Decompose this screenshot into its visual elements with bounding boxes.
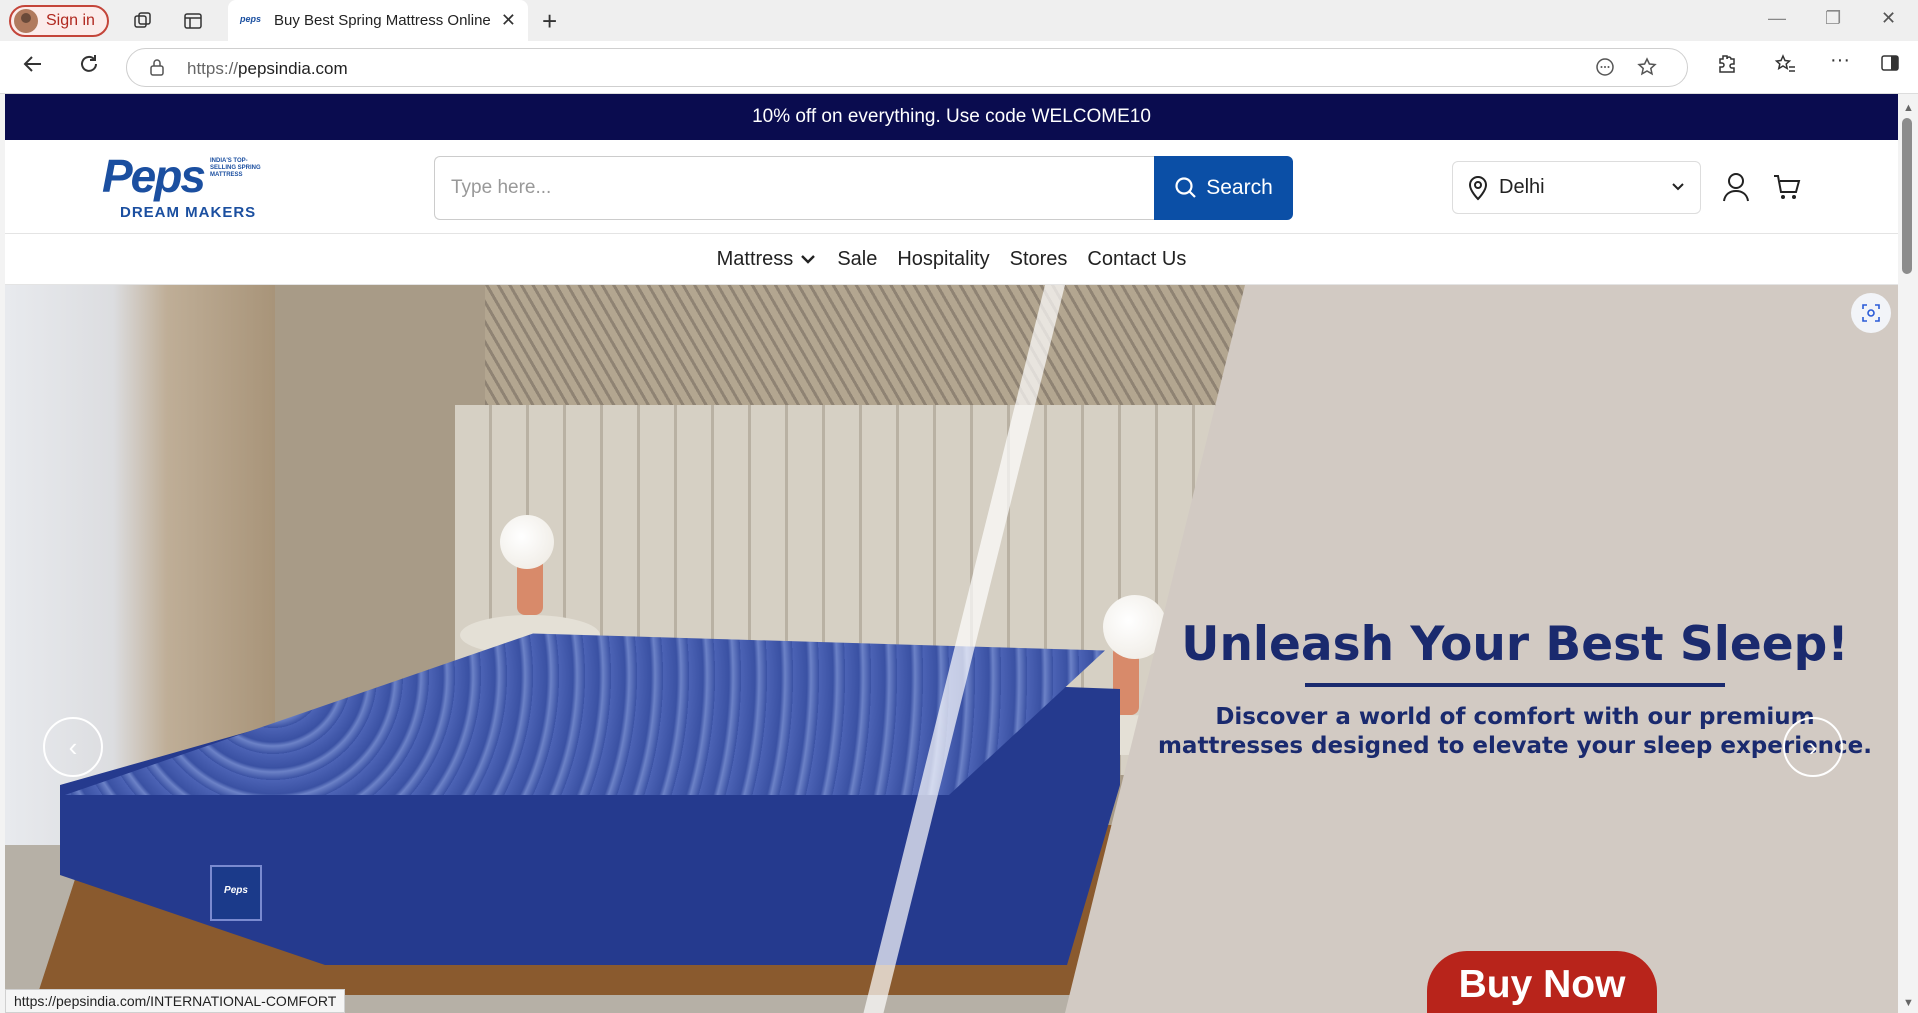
favicon-icon: peps: [240, 13, 262, 24]
account-icon[interactable]: [1722, 172, 1750, 202]
location-city: Delhi: [1499, 176, 1545, 198]
nav-item-contact-us[interactable]: Contact Us: [1087, 248, 1186, 271]
search-input[interactable]: [434, 156, 1154, 220]
location-selector[interactable]: Delhi: [1452, 161, 1701, 214]
favorite-star-icon[interactable]: [1637, 57, 1657, 82]
promo-text: 10% off on everything. Use code WELCOME1…: [752, 106, 1151, 127]
search-icon: [1175, 177, 1196, 198]
status-bar-link: https://pepsindia.com/INTERNATIONAL-COMF…: [5, 989, 346, 1013]
browser-tab-active[interactable]: peps Buy Best Spring Mattress Online - ✕: [228, 0, 528, 41]
visual-search-icon[interactable]: [1851, 293, 1891, 333]
minimize-icon[interactable]: —: [1768, 8, 1786, 29]
lock-icon[interactable]: [149, 58, 165, 81]
sidebar-toggle-icon[interactable]: [1880, 53, 1900, 79]
new-tab-icon[interactable]: +: [542, 6, 557, 37]
tab-actions-icon[interactable]: [182, 10, 204, 32]
carousel-prev-icon[interactable]: ‹: [43, 717, 103, 777]
cart-icon[interactable]: [1772, 172, 1802, 202]
extensions-icon[interactable]: [1715, 53, 1737, 81]
more-options-icon[interactable]: ···: [1830, 49, 1850, 72]
search-button[interactable]: Search: [1154, 156, 1293, 220]
promo-banner: 10% off on everything. Use code WELCOME1…: [5, 94, 1898, 140]
reading-icon[interactable]: [1595, 57, 1615, 82]
close-tab-icon[interactable]: ✕: [501, 10, 516, 31]
nav-item-stores[interactable]: Stores: [1010, 248, 1068, 271]
browser-tab-bar: Sign in peps Buy Best Spring Mattress On…: [0, 0, 1918, 41]
workspaces-icon[interactable]: [132, 10, 154, 32]
location-pin-icon: [1468, 175, 1488, 200]
hero-subtext: Discover a world of comfort with our pre…: [1157, 704, 1873, 759]
peps-logo[interactable]: Peps INDIA'S TOP-SELLING SPRING MATTRESS…: [102, 153, 272, 224]
nav-item-mattress[interactable]: Mattress: [717, 248, 818, 271]
url-protocol: https://: [187, 59, 239, 78]
scroll-down-icon[interactable]: ▼: [1903, 997, 1914, 1009]
sign-in-label: Sign in: [46, 12, 95, 29]
sign-in-button[interactable]: Sign in: [9, 5, 109, 37]
address-bar-row: https://pepsindia.com ···: [0, 41, 1918, 94]
scroll-up-icon[interactable]: ▲: [1903, 102, 1914, 114]
restore-icon[interactable]: ❐: [1825, 8, 1841, 29]
avatar: [14, 9, 38, 33]
nav-item-hospitality[interactable]: Hospitality: [897, 248, 989, 271]
status-url: https://pepsindia.com/INTERNATIONAL-COMF…: [14, 993, 337, 1009]
logo-tagline: INDIA'S TOP-SELLING SPRING MATTRESS: [210, 158, 261, 178]
carousel-next-icon[interactable]: ›: [1783, 717, 1843, 777]
main-nav: Mattress Sale Hospitality Stores Contact…: [5, 234, 1898, 285]
mattress-badge: Peps: [210, 865, 262, 921]
refresh-icon[interactable]: [78, 53, 100, 81]
page-scrollbar[interactable]: ▲ ▼: [1898, 94, 1918, 1013]
site-header: Peps INDIA'S TOP-SELLING SPRING MATTRESS…: [5, 140, 1898, 234]
hero-carousel[interactable]: Peps Unleash Your Best Sleep! Discover a…: [5, 285, 1898, 1013]
hero-headline: Unleash Your Best Sleep!: [1181, 617, 1849, 672]
scroll-thumb[interactable]: [1902, 118, 1912, 274]
favorites-icon[interactable]: [1774, 53, 1796, 81]
url-text[interactable]: https://pepsindia.com: [187, 59, 348, 79]
chevron-down-icon: [1672, 183, 1684, 191]
back-icon[interactable]: [22, 53, 44, 81]
logo-subbrand: DREAM MAKERS: [120, 204, 257, 221]
nav-mattress-label: Mattress: [716, 247, 794, 270]
headline-underline: [1305, 683, 1725, 687]
url-host: pepsindia.com: [238, 59, 348, 78]
web-page: 10% off on everything. Use code WELCOME1…: [5, 94, 1898, 1013]
close-window-icon[interactable]: ✕: [1881, 8, 1896, 29]
chevron-down-icon: [801, 255, 816, 264]
search-box: Search: [434, 156, 1293, 220]
tab-title: Buy Best Spring Mattress Online -: [274, 12, 494, 29]
nav-item-sale[interactable]: Sale: [837, 248, 877, 271]
url-bar[interactable]: https://pepsindia.com: [126, 48, 1688, 87]
buy-now-button[interactable]: Buy Now: [1427, 951, 1657, 1013]
search-button-label: Search: [1206, 176, 1273, 199]
